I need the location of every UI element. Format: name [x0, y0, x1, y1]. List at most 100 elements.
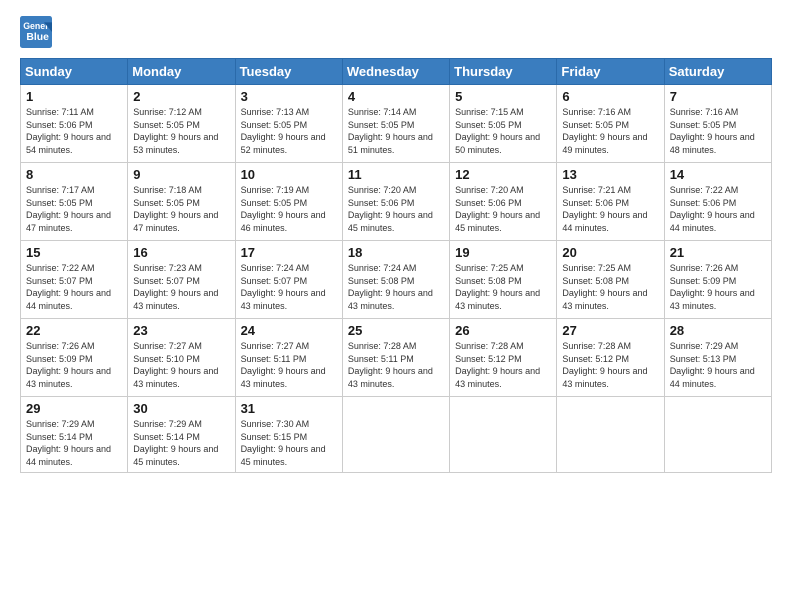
calendar-cell: 30 Sunrise: 7:29 AMSunset: 5:14 PMDayligh… — [128, 397, 235, 473]
calendar-cell — [450, 397, 557, 473]
calendar-cell: 14Sunrise: 7:22 AMSunset: 5:06 PMDayligh… — [664, 163, 771, 241]
calendar-header-saturday: Saturday — [664, 59, 771, 85]
day-number: 15 — [26, 245, 123, 260]
calendar-cell: 7Sunrise: 7:16 AMSunset: 5:05 PMDaylight… — [664, 85, 771, 163]
calendar-cell: 20 Sunrise: 7:25 AMSunset: 5:08 PMDayligh… — [557, 241, 664, 319]
day-number: 30 — [133, 401, 230, 416]
day-number: 31 — [241, 401, 338, 416]
day-number: 4 — [348, 89, 445, 104]
day-number: 12 — [455, 167, 552, 182]
calendar-cell: 12 Sunrise: 7:20 AMSunset: 5:06 PMDayligh… — [450, 163, 557, 241]
day-info: Sunrise: 7:28 AMSunset: 5:12 PMDaylight:… — [562, 340, 659, 390]
day-info: Sunrise: 7:22 AMSunset: 5:06 PMDaylight:… — [670, 184, 767, 234]
calendar-header-monday: Monday — [128, 59, 235, 85]
calendar-cell — [557, 397, 664, 473]
day-number: 6 — [562, 89, 659, 104]
calendar-cell: 28Sunrise: 7:29 AMSunset: 5:13 PMDayligh… — [664, 319, 771, 397]
calendar-header-friday: Friday — [557, 59, 664, 85]
day-info: Sunrise: 7:25 AMSunset: 5:08 PMDaylight:… — [562, 262, 659, 312]
day-info: Sunrise: 7:12 AMSunset: 5:05 PMDaylight:… — [133, 106, 230, 156]
calendar-cell: 13Sunrise: 7:21 AMSunset: 5:06 PMDayligh… — [557, 163, 664, 241]
day-number: 18 — [348, 245, 445, 260]
day-info: Sunrise: 7:11 AMSunset: 5:06 PMDaylight:… — [26, 106, 123, 156]
day-info: Sunrise: 7:14 AMSunset: 5:05 PMDaylight:… — [348, 106, 445, 156]
day-info: Sunrise: 7:26 AMSunset: 5:09 PMDaylight:… — [670, 262, 767, 312]
calendar-cell: 18 Sunrise: 7:24 AMSunset: 5:08 PMDayligh… — [342, 241, 449, 319]
calendar-cell — [342, 397, 449, 473]
day-number: 16 — [133, 245, 230, 260]
day-number: 10 — [241, 167, 338, 182]
calendar-week-5: 29 Sunrise: 7:29 AMSunset: 5:14 PMDayligh… — [21, 397, 772, 473]
day-info: Sunrise: 7:18 AMSunset: 5:05 PMDaylight:… — [133, 184, 230, 234]
day-info: Sunrise: 7:16 AMSunset: 5:05 PMDaylight:… — [670, 106, 767, 156]
day-info: Sunrise: 7:16 AMSunset: 5:05 PMDaylight:… — [562, 106, 659, 156]
day-info: Sunrise: 7:21 AMSunset: 5:06 PMDaylight:… — [562, 184, 659, 234]
calendar-cell: 8Sunrise: 7:17 AMSunset: 5:05 PMDaylight… — [21, 163, 128, 241]
calendar-cell — [664, 397, 771, 473]
day-info: Sunrise: 7:24 AMSunset: 5:07 PMDaylight:… — [241, 262, 338, 312]
day-number: 19 — [455, 245, 552, 260]
calendar-cell: 9Sunrise: 7:18 AMSunset: 5:05 PMDaylight… — [128, 163, 235, 241]
calendar-cell: 25 Sunrise: 7:28 AMSunset: 5:11 PMDayligh… — [342, 319, 449, 397]
calendar-cell: 17 Sunrise: 7:24 AMSunset: 5:07 PMDayligh… — [235, 241, 342, 319]
calendar-cell: 5Sunrise: 7:15 AMSunset: 5:05 PMDaylight… — [450, 85, 557, 163]
day-info: Sunrise: 7:24 AMSunset: 5:08 PMDaylight:… — [348, 262, 445, 312]
day-info: Sunrise: 7:28 AMSunset: 5:12 PMDaylight:… — [455, 340, 552, 390]
day-info: Sunrise: 7:19 AMSunset: 5:05 PMDaylight:… — [241, 184, 338, 234]
day-info: Sunrise: 7:29 AMSunset: 5:14 PMDaylight:… — [133, 418, 230, 468]
calendar-header-sunday: Sunday — [21, 59, 128, 85]
day-number: 11 — [348, 167, 445, 182]
logo: General Blue — [20, 16, 58, 48]
day-info: Sunrise: 7:28 AMSunset: 5:11 PMDaylight:… — [348, 340, 445, 390]
calendar-cell: 29 Sunrise: 7:29 AMSunset: 5:14 PMDayligh… — [21, 397, 128, 473]
day-number: 5 — [455, 89, 552, 104]
calendar-cell: 10 Sunrise: 7:19 AMSunset: 5:05 PMDayligh… — [235, 163, 342, 241]
calendar-header-thursday: Thursday — [450, 59, 557, 85]
calendar-cell: 31 Sunrise: 7:30 AMSunset: 5:15 PMDayligh… — [235, 397, 342, 473]
day-info: Sunrise: 7:20 AMSunset: 5:06 PMDaylight:… — [455, 184, 552, 234]
day-number: 28 — [670, 323, 767, 338]
calendar-table: SundayMondayTuesdayWednesdayThursdayFrid… — [20, 58, 772, 473]
calendar-cell: 15 Sunrise: 7:22 AMSunset: 5:07 PMDayligh… — [21, 241, 128, 319]
day-info: Sunrise: 7:23 AMSunset: 5:07 PMDaylight:… — [133, 262, 230, 312]
calendar-cell: 2 Sunrise: 7:12 AMSunset: 5:05 PMDaylight… — [128, 85, 235, 163]
calendar-body: 1 Sunrise: 7:11 AMSunset: 5:06 PMDaylight… — [21, 85, 772, 473]
day-info: Sunrise: 7:30 AMSunset: 5:15 PMDaylight:… — [241, 418, 338, 468]
svg-text:Blue: Blue — [26, 32, 49, 43]
day-number: 20 — [562, 245, 659, 260]
calendar-cell: 27 Sunrise: 7:28 AMSunset: 5:12 PMDayligh… — [557, 319, 664, 397]
calendar-cell: 6 Sunrise: 7:16 AMSunset: 5:05 PMDaylight… — [557, 85, 664, 163]
day-number: 1 — [26, 89, 123, 104]
day-info: Sunrise: 7:13 AMSunset: 5:05 PMDaylight:… — [241, 106, 338, 156]
day-number: 29 — [26, 401, 123, 416]
calendar-cell: 4 Sunrise: 7:14 AMSunset: 5:05 PMDaylight… — [342, 85, 449, 163]
day-number: 25 — [348, 323, 445, 338]
calendar-cell: 21Sunrise: 7:26 AMSunset: 5:09 PMDayligh… — [664, 241, 771, 319]
day-info: Sunrise: 7:20 AMSunset: 5:06 PMDaylight:… — [348, 184, 445, 234]
calendar-cell: 16 Sunrise: 7:23 AMSunset: 5:07 PMDayligh… — [128, 241, 235, 319]
day-info: Sunrise: 7:27 AMSunset: 5:11 PMDaylight:… — [241, 340, 338, 390]
day-number: 27 — [562, 323, 659, 338]
calendar-cell: 22Sunrise: 7:26 AMSunset: 5:09 PMDayligh… — [21, 319, 128, 397]
day-info: Sunrise: 7:29 AMSunset: 5:14 PMDaylight:… — [26, 418, 123, 468]
calendar-header-row: SundayMondayTuesdayWednesdayThursdayFrid… — [21, 59, 772, 85]
calendar-week-4: 22Sunrise: 7:26 AMSunset: 5:09 PMDayligh… — [21, 319, 772, 397]
day-number: 8 — [26, 167, 123, 182]
day-number: 23 — [133, 323, 230, 338]
calendar-cell: 24 Sunrise: 7:27 AMSunset: 5:11 PMDayligh… — [235, 319, 342, 397]
calendar-cell: 26Sunrise: 7:28 AMSunset: 5:12 PMDayligh… — [450, 319, 557, 397]
day-number: 3 — [241, 89, 338, 104]
header-area: General Blue — [20, 16, 772, 48]
day-info: Sunrise: 7:22 AMSunset: 5:07 PMDaylight:… — [26, 262, 123, 312]
page: General Blue SundayMondayTuesdayWednesda… — [0, 0, 792, 483]
general-blue-logo-icon: General Blue — [20, 16, 52, 48]
calendar-cell: 11 Sunrise: 7:20 AMSunset: 5:06 PMDayligh… — [342, 163, 449, 241]
day-number: 24 — [241, 323, 338, 338]
day-info: Sunrise: 7:27 AMSunset: 5:10 PMDaylight:… — [133, 340, 230, 390]
day-number: 17 — [241, 245, 338, 260]
day-number: 2 — [133, 89, 230, 104]
calendar-cell: 23 Sunrise: 7:27 AMSunset: 5:10 PMDayligh… — [128, 319, 235, 397]
calendar-header-tuesday: Tuesday — [235, 59, 342, 85]
calendar-cell: 3 Sunrise: 7:13 AMSunset: 5:05 PMDaylight… — [235, 85, 342, 163]
calendar-header-wednesday: Wednesday — [342, 59, 449, 85]
